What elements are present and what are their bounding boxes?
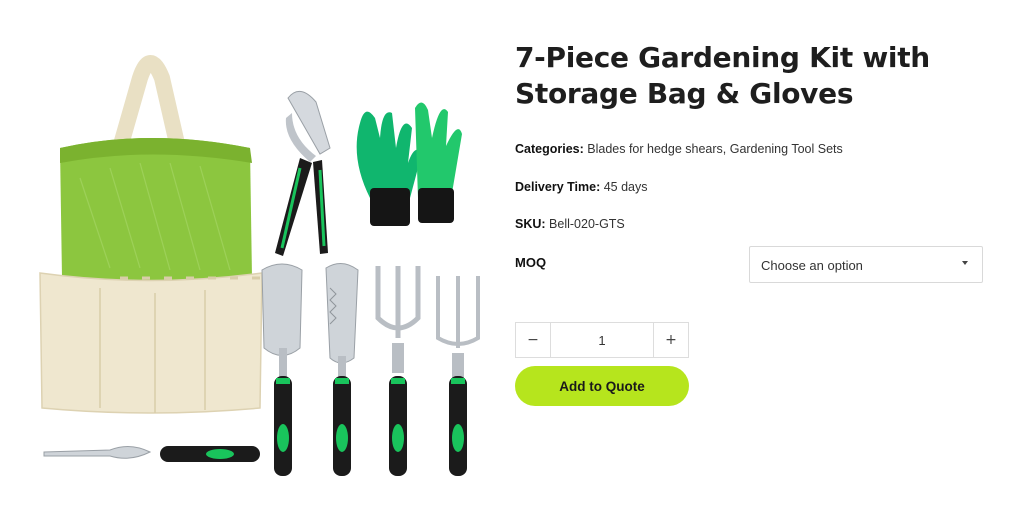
- quantity-stepper: − +: [515, 322, 689, 358]
- quantity-input[interactable]: [551, 323, 653, 357]
- transplanter: [325, 263, 359, 476]
- quantity-decrease-button[interactable]: −: [516, 323, 551, 357]
- product-summary: 7-Piece Gardening Kit with Storage Bag &…: [515, 40, 995, 406]
- gardening-kit-illustration: [39, 55, 480, 476]
- bag-pockets: [39, 272, 263, 414]
- gloves: [356, 102, 462, 226]
- moq-label: MOQ: [515, 255, 547, 270]
- product-image[interactable]: [30, 38, 494, 508]
- categories-label: Categories:: [515, 142, 584, 156]
- moq-select[interactable]: Choose an option: [749, 246, 983, 283]
- chevron-down-icon: [962, 261, 968, 265]
- sku-label: SKU:: [515, 217, 546, 231]
- weeder: [43, 446, 260, 462]
- sku-value: Bell-020-GTS: [549, 217, 625, 231]
- product-title-line2: Storage Bag & Gloves: [515, 77, 854, 110]
- quantity-increase-button[interactable]: +: [653, 323, 688, 357]
- trowel: [261, 263, 303, 476]
- moq-select-value: Choose an option: [761, 258, 863, 273]
- delivery-time-row: Delivery Time: 45 days: [515, 180, 648, 194]
- product-title: 7-Piece Gardening Kit with Storage Bag &…: [515, 40, 995, 112]
- add-to-quote-button[interactable]: Add to Quote: [515, 366, 689, 406]
- weeding-fork: [436, 276, 480, 476]
- bag-handle: [112, 55, 186, 151]
- product-title-line1: 7-Piece Gardening Kit with: [515, 41, 930, 74]
- categories-value[interactable]: Blades for hedge shears, Gardening Tool …: [587, 142, 843, 156]
- delivery-time-value: 45 days: [603, 180, 648, 194]
- pruner: [275, 91, 331, 256]
- cultivator: [375, 266, 421, 476]
- sku-row: SKU: Bell-020-GTS: [515, 217, 625, 231]
- bag-body-green: [60, 138, 252, 283]
- delivery-time-label: Delivery Time:: [515, 180, 601, 194]
- categories-row: Categories: Blades for hedge shears, Gar…: [515, 142, 843, 156]
